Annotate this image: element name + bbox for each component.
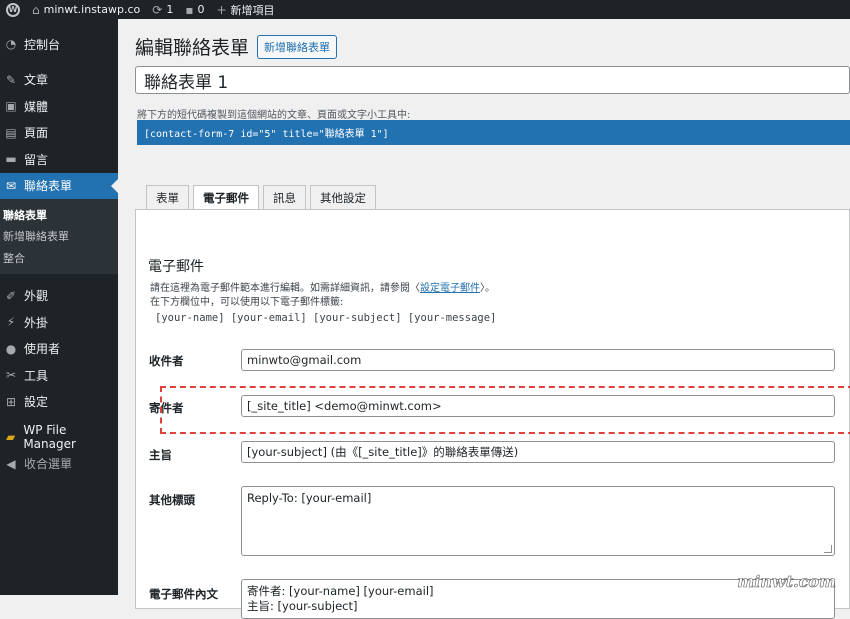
sidebar-item-file-manager[interactable]: ▰ WP File Manager [0, 424, 118, 451]
editor-tabs: 表單 電子郵件 訊息 其他設定 [146, 185, 376, 209]
media-icon: ▣ [4, 99, 18, 113]
wrench-icon: ✂ [4, 368, 18, 382]
comment-icon: ▬ [4, 152, 18, 166]
mail-tags: [your-name] [your-email] [your-subject] … [155, 312, 496, 324]
submenu-item-add-new[interactable]: 新增聯絡表單 [0, 226, 118, 248]
admin-bar: W ⌂ minwt.instawp.co ⟳ 1 ▪ 0 + 新增項目 [0, 0, 850, 19]
sidebar-item-label: 外掛 [24, 314, 48, 331]
comment-bubble-icon: ▪ [185, 3, 193, 17]
submenu-item-integration[interactable]: 整合 [0, 247, 118, 269]
sidebar-item-settings[interactable]: ⊞ 設定 [0, 389, 118, 416]
sidebar-item-label: 留言 [24, 151, 48, 168]
sidebar-item-comments[interactable]: ▬ 留言 [0, 146, 118, 173]
desc-suffix: 〉。 [480, 283, 495, 294]
plugin-icon: ⚡ [4, 315, 18, 329]
plus-icon: + [216, 3, 226, 17]
dashboard-icon: ◔ [4, 37, 18, 51]
site-name-link[interactable]: ⌂ minwt.instawp.co [26, 0, 146, 19]
tab-form[interactable]: 表單 [146, 185, 189, 209]
sidebar-item-tools[interactable]: ✂ 工具 [0, 362, 118, 389]
sidebar-item-label: 設定 [24, 393, 48, 410]
sidebar-item-label: 頁面 [24, 124, 48, 141]
settings-icon: ⊞ [4, 395, 18, 409]
desc-line2: 在下方欄位中，可以使用以下電子郵件標籤: [150, 296, 495, 310]
sidebar-item-appearance[interactable]: ✐ 外觀 [0, 283, 118, 310]
tab-messages[interactable]: 訊息 [263, 185, 306, 209]
updates-count: 1 [166, 3, 173, 16]
main-content: 編輯聯絡表單 新增聯絡表單 聯絡表單 1 將下方的短代碼複製到這個網站的文章、頁… [118, 19, 850, 595]
sidebar-item-label: 工具 [24, 367, 48, 384]
user-icon: ● [4, 342, 18, 356]
wordpress-icon: W [6, 3, 20, 17]
mail-description: 請在這裡為電子郵件範本進行編輯。如需詳細資訊，請參閱〈設定電子郵件〉。 在下方欄… [150, 282, 495, 310]
site-name: minwt.instawp.co [44, 3, 141, 16]
sidebar-item-posts[interactable]: ✎ 文章 [0, 67, 118, 94]
wp-logo-menu[interactable]: W [0, 0, 26, 19]
headers-textarea[interactable]: Reply-To: [your-email] [241, 486, 835, 556]
sidebar-item-label: 文章 [24, 71, 48, 88]
submenu-item-contact-forms[interactable]: 聯絡表單 [0, 204, 118, 226]
headers-label: 其他標頭 [149, 492, 195, 508]
sidebar-item-label: 使用者 [24, 340, 60, 357]
add-new-form-button[interactable]: 新增聯絡表單 [257, 35, 337, 59]
to-label: 收件者 [149, 353, 184, 369]
pin-icon: ✎ [4, 73, 18, 87]
page-title: 編輯聯絡表單 [135, 33, 249, 60]
subject-input[interactable]: [your-subject] (由《[_site_title]》的聯絡表單傳送) [241, 441, 835, 463]
highlight-annotation [160, 386, 850, 434]
setup-mail-link[interactable]: 設定電子郵件 [420, 283, 480, 294]
shortcode-field[interactable]: [contact-form-7 id="5" title="聯絡表單 1"] [137, 120, 850, 145]
sidebar-item-plugins[interactable]: ⚡ 外掛 [0, 309, 118, 336]
refresh-icon: ⟳ [152, 3, 162, 17]
headers-value: Reply-To: [your-email] [247, 491, 371, 505]
sidebar-item-users[interactable]: ● 使用者 [0, 336, 118, 363]
body-label: 電子郵件內文 [149, 586, 218, 602]
sidebar-collapse-menu[interactable]: ◀ 收合選單 [0, 451, 118, 478]
comments-count: 0 [197, 3, 204, 16]
collapse-icon: ◀ [4, 457, 18, 471]
sidebar-item-label: 收合選單 [24, 455, 72, 472]
sidebar-item-media[interactable]: ▣ 媒體 [0, 93, 118, 120]
sidebar-item-label: WP File Manager [23, 423, 118, 451]
subject-label: 主旨 [149, 447, 172, 463]
sidebar-item-label: 外觀 [24, 287, 48, 304]
tab-mail[interactable]: 電子郵件 [193, 185, 259, 210]
new-content-label: 新增項目 [231, 2, 275, 18]
desc-prefix: 請在這裡為電子郵件範本進行編輯。如需詳細資訊，請參閱〈 [150, 283, 420, 294]
mail-icon: ✉ [4, 179, 18, 193]
new-content-link[interactable]: + 新增項目 [210, 0, 280, 19]
to-input[interactable]: minwto@gmail.com [241, 349, 835, 371]
sidebar-item-contact[interactable]: ✉ 聯絡表單 [0, 173, 118, 200]
sidebar-item-label: 媒體 [24, 98, 48, 115]
form-title-input[interactable]: 聯絡表單 1 [135, 66, 850, 94]
sidebar-item-pages[interactable]: ▤ 頁面 [0, 120, 118, 147]
mail-panel: 電子郵件 請在這裡為電子郵件範本進行編輯。如需詳細資訊，請參閱〈設定電子郵件〉。… [135, 209, 850, 609]
admin-sidebar: ◔ 控制台 ✎ 文章 ▣ 媒體 ▤ 頁面 ▬ 留言 ✉ 聯絡表單 聯絡表單 新增… [0, 19, 118, 595]
watermark-logo: minwt.com [737, 572, 836, 591]
shortcode-hint: 將下方的短代碼複製到這個網站的文章、頁面或文字小工具中: [137, 106, 410, 121]
comments-link[interactable]: ▪ 0 [179, 0, 210, 19]
tab-additional-settings[interactable]: 其他設定 [310, 185, 376, 209]
sidebar-item-dashboard[interactable]: ◔ 控制台 [0, 31, 118, 58]
resize-handle[interactable] [824, 545, 832, 553]
body-line: 主旨: [your-subject] [247, 599, 829, 614]
home-icon: ⌂ [32, 3, 40, 17]
sidebar-item-label: 控制台 [24, 36, 60, 53]
contact-submenu: 聯絡表單 新增聯絡表單 整合 [0, 199, 118, 274]
page-header: 編輯聯絡表單 新增聯絡表單 [135, 33, 337, 60]
updates-link[interactable]: ⟳ 1 [146, 0, 179, 19]
brush-icon: ✐ [4, 289, 18, 303]
mail-heading: 電子郵件 [148, 256, 204, 276]
page-icon: ▤ [4, 126, 18, 140]
folder-icon: ▰ [4, 430, 17, 444]
sidebar-item-label: 聯絡表單 [24, 177, 72, 194]
